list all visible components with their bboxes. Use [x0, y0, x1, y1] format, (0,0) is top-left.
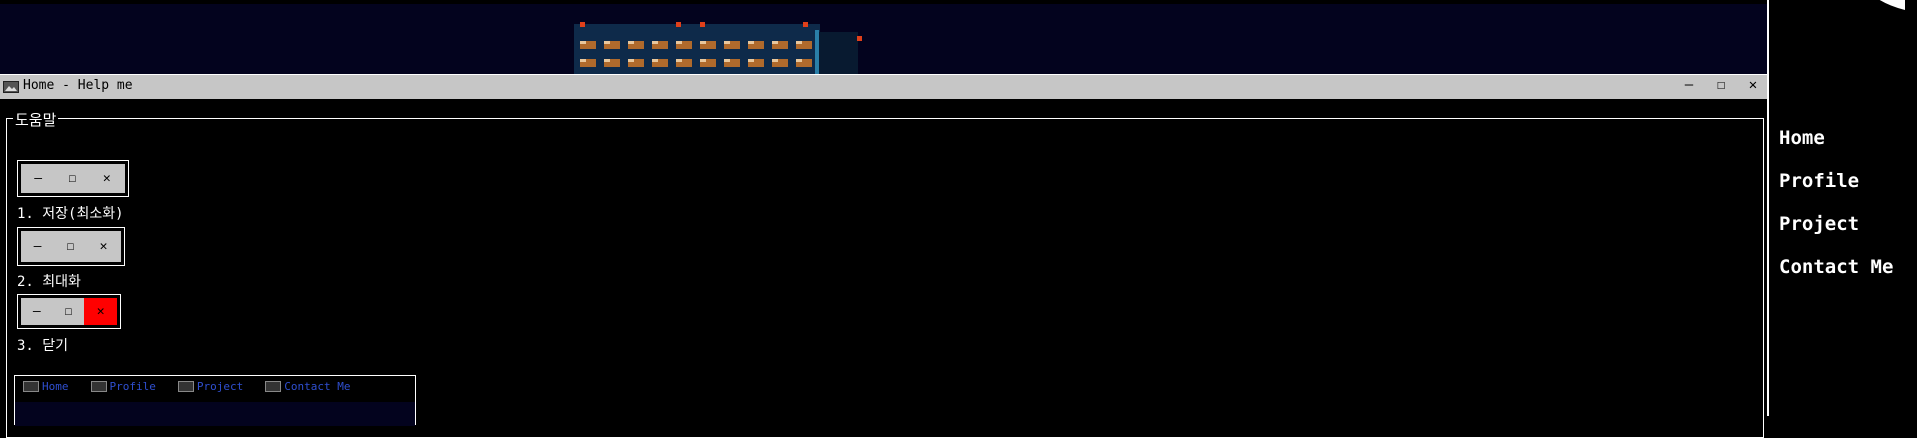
mini-nav-item-project: Project [177, 380, 243, 393]
sidebar-item-home[interactable]: Home [1779, 124, 1893, 167]
window-content: 도움말 – ☐ ✕ 1. 저장(최소화) – ☐ ✕ 2. 최대화 – ☐ ✕ [0, 99, 1767, 438]
demo-maximize-icon: ☐ [68, 171, 77, 186]
title-bar[interactable]: Home - Help me – ☐ ✕ [0, 74, 1767, 99]
moon-icon [1879, 0, 1905, 10]
demo-close-icon: ✕ [99, 239, 108, 254]
demo-maximize-icon: ☐ [64, 304, 73, 319]
mini-nav-item-home: Home [23, 380, 69, 393]
demo-maximize-icon: ☐ [66, 239, 75, 254]
sidebar-item-profile[interactable]: Profile [1779, 167, 1893, 210]
demo-close-icon: ✕ [102, 171, 111, 186]
demo-minimize-icon: – [33, 239, 42, 254]
header-banner [0, 0, 1767, 74]
window-title: Home - Help me [23, 78, 133, 93]
help-legend: 도움말 [13, 109, 59, 130]
help-window: Home - Help me – ☐ ✕ 도움말 – ☐ ✕ 1. 저장(최소화… [0, 74, 1767, 438]
sidebar-item-project[interactable]: Project [1779, 210, 1893, 253]
app-icon [3, 81, 19, 93]
demo-close-icon: ✕ [84, 298, 117, 325]
step-label-close: 3. 닫기 [17, 338, 69, 354]
demo-window-controls-maximize: – ☐ ✕ [17, 227, 125, 266]
demo-window-controls-close: – ☐ ✕ [17, 294, 121, 329]
app-icon [265, 381, 282, 392]
sidebar-item-contact-me[interactable]: Contact Me [1779, 253, 1893, 296]
app-icon [177, 381, 194, 392]
mini-nav-item-profile: Profile [90, 380, 156, 393]
maximize-button[interactable]: ☐ [1712, 77, 1730, 93]
app-icon [23, 381, 39, 392]
demo-minimize-icon: – [32, 304, 41, 319]
demo-minimize-icon: – [34, 171, 43, 186]
step-label-maximize: 2. 최대화 [17, 274, 81, 290]
step-label-minimize: 1. 저장(최소화) [17, 206, 124, 222]
mini-nav-item-contact-me: Contact Me [265, 380, 350, 393]
mini-nav-preview: Home Profile Project Contact Me [14, 375, 416, 426]
demo-window-controls-minimize: – ☐ ✕ [17, 160, 129, 197]
minimize-button[interactable]: – [1680, 77, 1698, 93]
close-button[interactable]: ✕ [1744, 77, 1762, 93]
app-icon [90, 381, 107, 392]
sidebar: Home Profile Project Contact Me [1767, 0, 1917, 416]
sidebar-nav: Home Profile Project Contact Me [1779, 124, 1893, 296]
